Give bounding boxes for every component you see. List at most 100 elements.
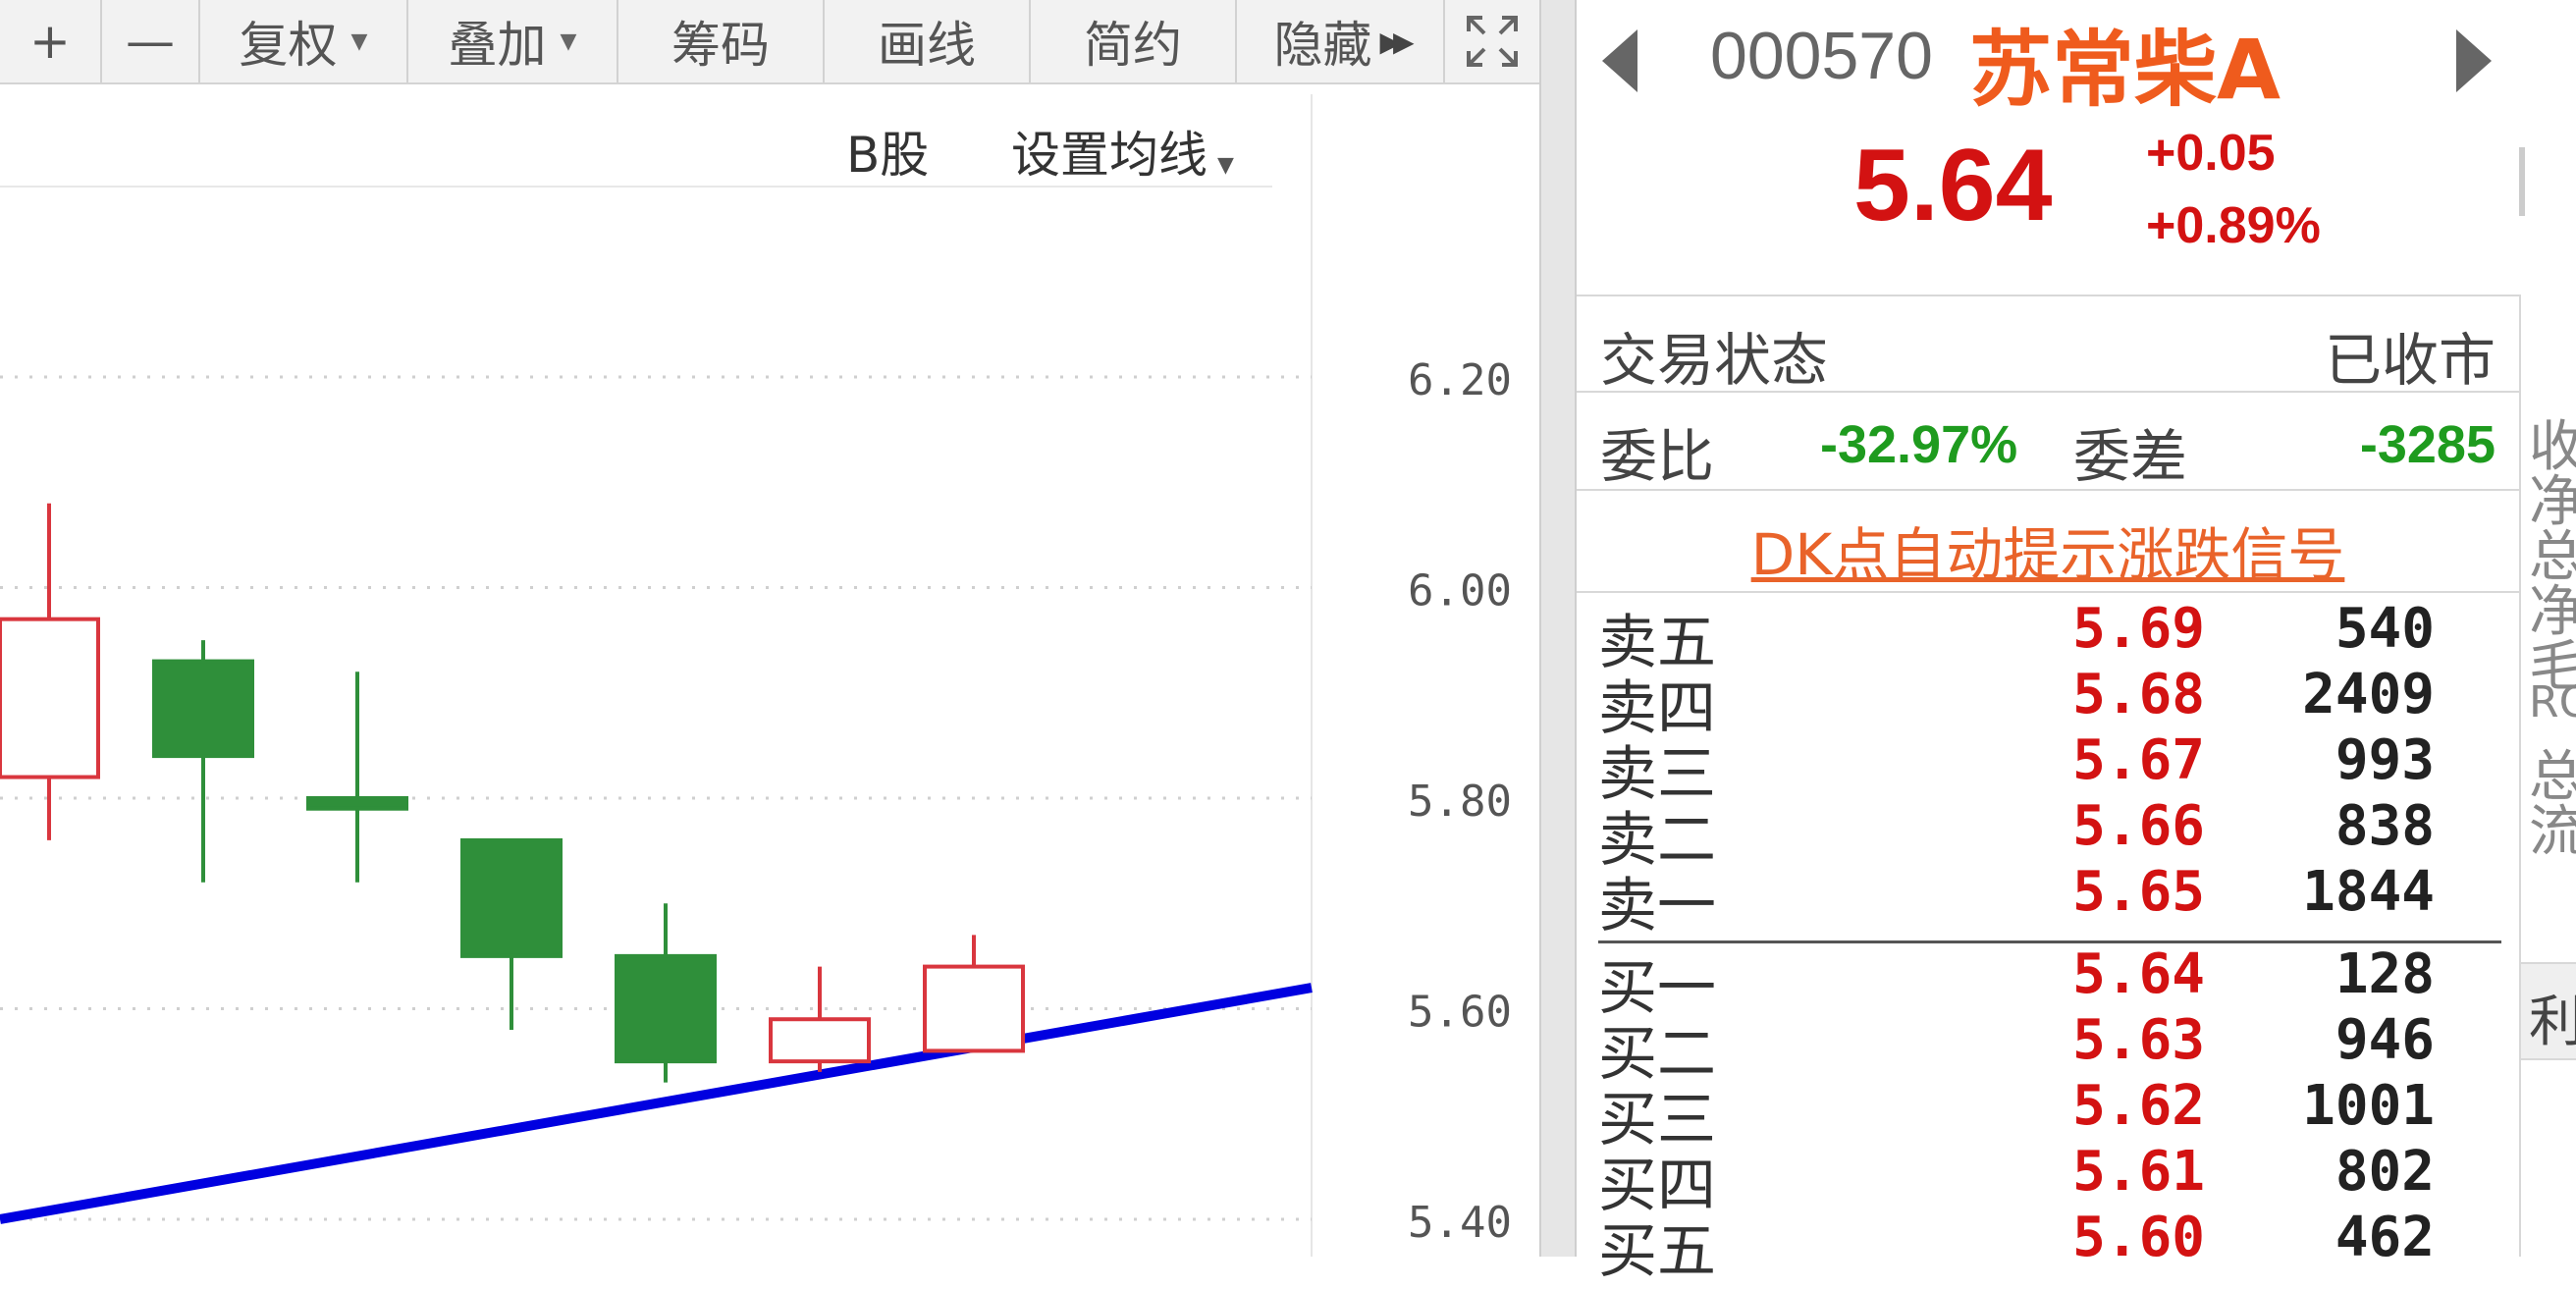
ask-row-5: 卖五 5.69 540 bbox=[1577, 593, 2519, 677]
candlestick[interactable] bbox=[0, 503, 100, 840]
trading-status-value: 已收市 bbox=[2324, 327, 2496, 394]
draw-line-button[interactable]: 画线 bbox=[825, 0, 1031, 82]
zoom-in-button[interactable]: + bbox=[0, 0, 102, 82]
side-tab-label: 利 bbox=[2529, 978, 2576, 1057]
candlestick[interactable] bbox=[152, 640, 254, 883]
ask-price[interactable]: 5.68 bbox=[1930, 663, 2205, 726]
ask-volume: 540 bbox=[2334, 597, 2435, 661]
bid-row-3: 买三 5.62 1001 bbox=[1577, 1070, 2519, 1155]
y-tick-label: 5.40 bbox=[1408, 1198, 1512, 1248]
candle-body bbox=[615, 953, 717, 1064]
order-ratio-value: -32.97% bbox=[1820, 415, 2018, 474]
price-change-percent: +0.89% bbox=[2146, 197, 2321, 254]
bid-price[interactable]: 5.64 bbox=[1930, 942, 2205, 1006]
bid-volume: 946 bbox=[2334, 1008, 2435, 1072]
stock-code: 000570 bbox=[1710, 19, 1933, 93]
zoom-out-button[interactable]: — bbox=[102, 0, 200, 82]
candle-body bbox=[306, 796, 408, 811]
order-diff-value: -3285 bbox=[2359, 415, 2496, 474]
candlestick[interactable] bbox=[306, 671, 408, 883]
side-label: 流 bbox=[2529, 787, 2576, 867]
ask-volume: 838 bbox=[2334, 794, 2435, 858]
candlestick[interactable] bbox=[923, 935, 1025, 1053]
bid-price[interactable]: 5.62 bbox=[1930, 1074, 2205, 1138]
fullscreen-icon bbox=[1467, 16, 1518, 67]
collapsed-panel-edge bbox=[2519, 147, 2576, 216]
trading-status-label: 交易状态 bbox=[1600, 327, 1829, 394]
panel-divider[interactable] bbox=[1539, 0, 1577, 1257]
dk-signal-link[interactable]: DK点自动提示涨跌信号 bbox=[1751, 509, 2345, 591]
ask-row-2: 卖二 5.66 838 bbox=[1577, 790, 2519, 875]
candlestick[interactable] bbox=[615, 903, 717, 1083]
bid-price[interactable]: 5.60 bbox=[1930, 1206, 2205, 1269]
candle-body bbox=[152, 659, 254, 759]
bid-volume: 1001 bbox=[2302, 1074, 2435, 1138]
bid-price[interactable]: 5.63 bbox=[1930, 1008, 2205, 1072]
ask-price[interactable]: 5.69 bbox=[1930, 597, 2205, 661]
order-ratio-row: 委比 -32.97% 委差 -3285 bbox=[1577, 393, 2519, 491]
candlestick[interactable] bbox=[769, 966, 871, 1072]
adjust-rights-dropdown[interactable]: 复权 ▼ bbox=[200, 0, 408, 82]
hide-button[interactable]: 隐藏 ▶▶ bbox=[1237, 0, 1445, 82]
y-tick-label: 6.00 bbox=[1408, 566, 1512, 617]
simple-mode-button[interactable]: 简约 bbox=[1031, 0, 1237, 82]
price-change: +0.05 bbox=[2146, 125, 2276, 182]
trading-status-row: 交易状态 已收市 bbox=[1577, 295, 2519, 394]
chevron-down-icon: ▼ bbox=[560, 28, 577, 54]
next-stock-arrow-icon[interactable] bbox=[2456, 29, 2492, 92]
fullscreen-button[interactable] bbox=[1445, 0, 1539, 82]
y-tick-label: 5.60 bbox=[1408, 988, 1512, 1038]
candle-body bbox=[769, 1017, 871, 1064]
bid-label: 买五 bbox=[1598, 1217, 1716, 1286]
simple-mode-label: 简约 bbox=[1084, 17, 1182, 74]
plus-icon: + bbox=[29, 13, 71, 70]
bid-row-1: 买一 5.64 128 bbox=[1577, 939, 2519, 1023]
bid-volume: 802 bbox=[2334, 1140, 2435, 1204]
chart-toolbar: + — 复权 ▼ 叠加 ▼ 筹码 画线 简约 隐藏 ▶▶ bbox=[0, 0, 1539, 84]
bid-volume: 462 bbox=[2334, 1206, 2435, 1269]
adjust-rights-label: 复权 bbox=[239, 17, 338, 74]
chevron-down-icon: ▼ bbox=[350, 28, 368, 54]
bid-volume: 128 bbox=[2334, 942, 2435, 1006]
candlestick[interactable] bbox=[460, 837, 563, 1030]
y-tick-label: 6.20 bbox=[1408, 355, 1512, 405]
minus-icon: — bbox=[126, 13, 175, 70]
ask-volume: 993 bbox=[2334, 728, 2435, 792]
ask-price[interactable]: 5.65 bbox=[1930, 860, 2205, 924]
ask-price[interactable]: 5.66 bbox=[1930, 794, 2205, 858]
ask-price[interactable]: 5.67 bbox=[1930, 728, 2205, 792]
chip-distribution-label: 筹码 bbox=[671, 17, 770, 74]
ask-row-1: 卖一 5.65 1844 bbox=[1577, 856, 2519, 940]
candle-body bbox=[923, 964, 1025, 1053]
double-arrow-right-icon: ▶▶ bbox=[1379, 25, 1414, 58]
candle-body bbox=[0, 617, 100, 779]
draw-line-label: 画线 bbox=[878, 17, 976, 74]
financial-summary-strip: 收 净 总 净 毛 RO 总 流 利 bbox=[2519, 295, 2576, 1257]
ask-label: 卖一 bbox=[1598, 872, 1716, 940]
ask-volume: 2409 bbox=[2302, 663, 2435, 726]
last-price: 5.64 bbox=[1853, 129, 2053, 242]
prev-stock-arrow-icon[interactable] bbox=[1602, 29, 1637, 92]
order-ratio-label: 委比 bbox=[1600, 423, 1715, 490]
hide-label: 隐藏 bbox=[1273, 17, 1372, 74]
order-diff-label: 委差 bbox=[2073, 423, 2188, 490]
side-tab[interactable]: 利 bbox=[2521, 962, 2576, 1060]
bid-row-4: 买四 5.61 802 bbox=[1577, 1136, 2519, 1220]
bid-price[interactable]: 5.61 bbox=[1930, 1140, 2205, 1204]
ask-row-4: 卖四 5.68 2409 bbox=[1577, 659, 2519, 743]
bid-row-2: 买二 5.63 946 bbox=[1577, 1004, 2519, 1089]
ask-row-3: 卖三 5.67 993 bbox=[1577, 725, 2519, 809]
order-book: 卖五 5.69 540 卖四 5.68 2409 卖三 5.67 993 卖二 … bbox=[1577, 593, 2519, 1286]
ask-volume: 1844 bbox=[2302, 860, 2435, 924]
chip-distribution-button[interactable]: 筹码 bbox=[618, 0, 825, 82]
kline-chart[interactable]: 6.20 6.00 5.80 5.60 5.40 bbox=[0, 84, 1539, 1257]
signal-row: DK点自动提示涨跌信号 bbox=[1577, 491, 2519, 593]
overlay-dropdown[interactable]: 叠加 ▼ bbox=[408, 0, 618, 82]
side-label: RO bbox=[2529, 677, 2576, 727]
quote-panel: 000570 苏常柴A 5.64 +0.05 +0.89% 交易状态 已收市 委… bbox=[1577, 0, 2576, 1286]
y-tick-label: 5.80 bbox=[1408, 777, 1512, 827]
overlay-label: 叠加 bbox=[448, 17, 547, 74]
stock-name: 苏常柴A bbox=[1969, 22, 2281, 118]
candle-body bbox=[460, 837, 563, 958]
bid-row-5: 买五 5.60 462 bbox=[1577, 1202, 2519, 1286]
